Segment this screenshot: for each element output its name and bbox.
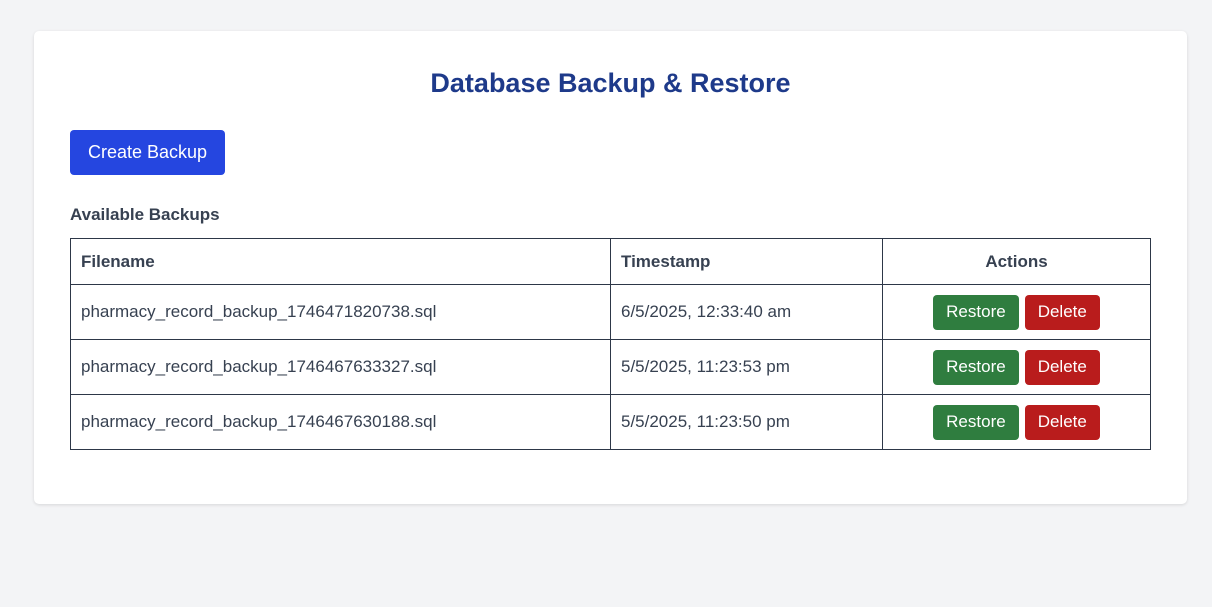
section-title: Available Backups [70,205,220,224]
table-header-row: Filename Timestamp Actions [70,238,1151,285]
restore-button[interactable]: Restore [933,349,1019,385]
delete-button[interactable]: Delete [1024,404,1100,440]
restore-button[interactable]: Restore [933,404,1019,440]
actions-cell: Restore Delete [882,284,1151,340]
actions-cell: Restore Delete [882,394,1151,450]
table-row: pharmacy_record_backup_1746467633327.sql… [70,339,1151,395]
table-row: pharmacy_record_backup_1746471820738.sql… [70,284,1151,340]
filename-cell: pharmacy_record_backup_1746467633327.sql [70,339,611,395]
page-title: Database Backup & Restore [430,68,791,98]
header-timestamp: Timestamp [610,238,883,285]
backup-card: Database Backup & Restore Create Backup … [34,31,1187,504]
table-row: pharmacy_record_backup_1746467630188.sql… [70,394,1151,450]
timestamp-cell: 6/5/2025, 12:33:40 am [610,284,883,340]
restore-button[interactable]: Restore [933,294,1019,330]
timestamp-cell: 5/5/2025, 11:23:50 pm [610,394,883,450]
delete-button[interactable]: Delete [1024,349,1100,385]
header-filename: Filename [70,238,611,285]
header-actions: Actions [882,238,1151,285]
filename-cell: pharmacy_record_backup_1746471820738.sql [70,284,611,340]
backups-table: Filename Timestamp Actions pharmacy_reco… [70,238,1151,450]
delete-button[interactable]: Delete [1024,294,1100,330]
filename-cell: pharmacy_record_backup_1746467630188.sql [70,394,611,450]
actions-cell: Restore Delete [882,339,1151,395]
create-backup-button[interactable]: Create Backup [70,130,225,175]
timestamp-cell: 5/5/2025, 11:23:53 pm [610,339,883,395]
